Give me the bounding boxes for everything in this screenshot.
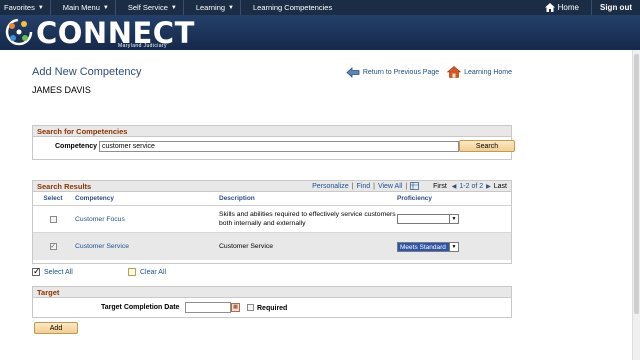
breadcrumb-label: Learning: [195, 3, 226, 12]
required-checkbox[interactable]: [247, 304, 254, 311]
grid-navigation: Personalize | Find | View All | First ◀ …: [312, 182, 507, 190]
download-grid-icon[interactable]: [410, 182, 420, 190]
home-link[interactable]: Home: [537, 3, 591, 12]
search-section-header: Search for Competencies: [33, 126, 511, 137]
favorites-label: Favorites: [4, 3, 35, 12]
last-link[interactable]: Last: [494, 183, 507, 190]
main-menu[interactable]: Main Menu ▼: [51, 0, 116, 15]
results-title: Search Results: [37, 181, 92, 191]
breadcrumb-learning[interactable]: Learning ▼: [184, 0, 241, 15]
breadcrumb-label: Learning Competencies: [253, 3, 333, 12]
sign-out-link[interactable]: Sign out: [591, 0, 640, 15]
top-navigation-bar: Favorites ▼ Main Menu ▼ Self Service ▼ L…: [0, 0, 640, 15]
favorites-menu[interactable]: Favorites ▼: [0, 0, 51, 15]
return-link-label: Return to Previous Page: [362, 68, 440, 76]
connect-logo-icon: [5, 18, 33, 46]
row-range: 1-2 of 2: [459, 182, 484, 190]
search-results-section: Search Results Personalize | Find | View…: [32, 180, 512, 264]
return-to-previous-page-link[interactable]: Return to Previous Page: [346, 66, 440, 78]
brand-subtitle: Maryland Judiciary: [118, 43, 167, 49]
competency-description: Customer Service: [219, 243, 274, 250]
proficiency-column-header: Proficiency: [397, 195, 433, 202]
next-arrow-icon[interactable]: ▶: [486, 183, 491, 190]
select-all-checkbox-icon: [32, 266, 41, 277]
personalize-link[interactable]: Personalize: [312, 183, 349, 190]
results-column-headers: Select Competency Description Proficienc…: [33, 192, 511, 206]
main-menu-label: Main Menu: [62, 3, 100, 12]
chevron-down-icon: ▼: [449, 215, 458, 223]
proficiency-dropdown[interactable]: ▼: [397, 214, 459, 224]
competency-search-input[interactable]: customer service: [99, 141, 459, 152]
breadcrumb-learning-competencies[interactable]: Learning Competencies: [241, 0, 338, 15]
competency-link[interactable]: Customer Focus: [73, 216, 219, 223]
target-completion-date-label: Target Completion Date: [101, 304, 180, 311]
first-link[interactable]: First: [433, 183, 447, 190]
target-completion-date-input[interactable]: [185, 302, 231, 313]
brand-header: CONNECT Maryland Judiciary: [0, 15, 640, 50]
row-select-checkbox-checked[interactable]: ✓: [49, 243, 57, 250]
view-all-link[interactable]: View All: [378, 183, 402, 190]
home-label: Home: [557, 3, 579, 12]
learning-home-icon: [447, 66, 462, 78]
competency-description: Skills and abilities required to effecti…: [219, 211, 396, 227]
previous-arrow-icon[interactable]: ◀: [452, 183, 457, 190]
competency-column-header: Competency: [75, 195, 115, 202]
select-column-header: Select: [43, 195, 63, 202]
add-button[interactable]: Add: [34, 322, 78, 334]
table-row: ✓ Customer Service Customer Service Meet…: [33, 233, 511, 260]
home-icon: [544, 3, 555, 12]
breadcrumb-self-service[interactable]: Self Service ▼: [116, 0, 184, 15]
competency-link[interactable]: Customer Service: [73, 243, 219, 250]
user-name: JAMES DAVIS: [32, 85, 91, 95]
chevron-down-icon: ▼: [170, 4, 177, 11]
search-results-header: Search Results Personalize | Find | View…: [33, 181, 511, 192]
row-select-checkbox[interactable]: [49, 215, 57, 223]
search-section: Search for Competencies Competency custo…: [32, 125, 515, 160]
select-all-link[interactable]: Select All: [32, 266, 73, 277]
learning-home-link[interactable]: Learning Home: [447, 66, 512, 78]
description-column-header: Description: [219, 195, 255, 202]
target-section: Target Target Completion Date ▦ Required: [32, 286, 512, 318]
required-label: Required: [257, 305, 288, 312]
page-links: Return to Previous Page Learning Home: [338, 66, 512, 78]
clear-all-link[interactable]: Clear All: [128, 268, 166, 276]
page-title: Add New Competency: [32, 66, 142, 78]
proficiency-dropdown[interactable]: Meets Standard ▼: [397, 241, 459, 252]
clear-all-label: Clear All: [140, 268, 167, 276]
return-arrow-icon: [346, 66, 360, 78]
chevron-down-icon: ▼: [449, 242, 458, 251]
breadcrumb-label: Self Service: [127, 3, 168, 12]
proficiency-value: Meets Standard: [400, 243, 446, 251]
vertical-scrollbar[interactable]: [632, 50, 640, 360]
chevron-down-icon: ▼: [228, 4, 234, 11]
find-link[interactable]: Find: [356, 183, 370, 190]
calendar-icon[interactable]: ▦: [231, 303, 240, 312]
chevron-down-icon: ▼: [102, 4, 109, 11]
search-button[interactable]: Search: [459, 140, 515, 152]
chevron-down-icon: ▼: [37, 4, 44, 11]
target-section-header: Target: [33, 287, 511, 298]
brand-title: CONNECT: [36, 16, 195, 50]
clear-all-checkbox-icon: [128, 268, 136, 276]
table-row: Customer Focus Skills and abilities requ…: [33, 206, 511, 233]
scrollbar-thumb[interactable]: [634, 54, 639, 314]
competency-label: Competency: [55, 143, 98, 150]
learning-home-label: Learning Home: [464, 68, 512, 76]
select-all-label: Select All: [44, 268, 73, 276]
